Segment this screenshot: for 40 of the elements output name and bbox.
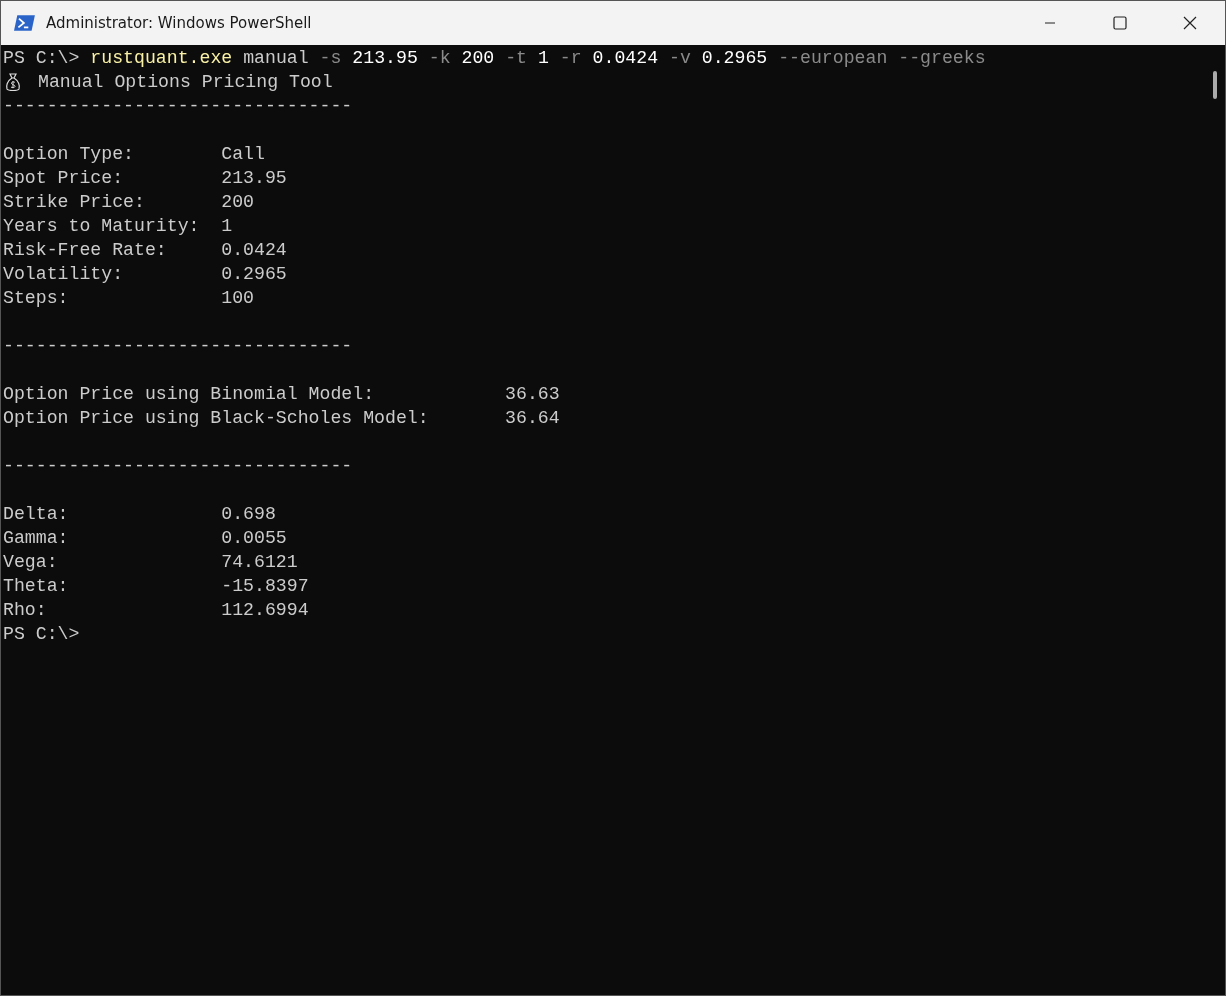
field-value: 0.0055 <box>221 527 287 550</box>
field-label: Risk-Free Rate: <box>3 239 168 262</box>
field-label: Theta: <box>3 575 70 598</box>
field-label: Spot Price: <box>3 167 125 190</box>
field-label: Years to Maturity: <box>3 215 201 238</box>
price-label: Option Price using Binomial Model: <box>3 383 376 406</box>
window-title: Administrator: Windows PowerShell <box>46 14 312 32</box>
separator-text: -------------------------------- <box>3 95 354 118</box>
field-value: 0.698 <box>221 503 276 526</box>
command-line: PS C:\> rustquant.exe manual -s 213.95 -k 200 -t 1 -r 0.0424 -v 0.2965 --european --greeks <box>3 47 987 70</box>
field-label: Steps: <box>3 287 70 310</box>
separator-text: -------------------------------- <box>3 455 354 478</box>
separator-text: -------------------------------- <box>3 335 354 358</box>
field-label: Rho: <box>3 599 48 622</box>
tool-heading: Manual Options Pricing Tool <box>38 71 333 94</box>
price-value: 36.63 <box>505 383 560 406</box>
close-icon <box>1183 16 1197 30</box>
scroll-thumb[interactable] <box>1213 71 1217 99</box>
field-value: 0.0424 <box>221 239 287 262</box>
field-label: Delta: <box>3 503 70 526</box>
field-value: 100 <box>221 287 255 310</box>
field-label: Vega: <box>3 551 59 574</box>
price-label: Option Price using Black-Scholes Model: <box>3 407 430 430</box>
field-value: -15.8397 <box>221 575 309 598</box>
field-value: 213.95 <box>221 167 287 190</box>
money-bag-icon <box>5 72 21 92</box>
price-value: 36.64 <box>505 407 560 430</box>
maximize-icon <box>1113 16 1127 30</box>
field-value: 74.6121 <box>221 551 298 574</box>
field-label: Option Type: <box>3 143 135 166</box>
field-value: 0.2965 <box>221 263 287 286</box>
field-value: 1 <box>221 215 233 238</box>
field-label: Gamma: <box>3 527 70 550</box>
prompt-text: PS C:\> <box>3 623 81 646</box>
powershell-icon <box>14 14 36 32</box>
field-label: Strike Price: <box>3 191 146 214</box>
field-label: Volatility: <box>3 263 125 286</box>
field-value: Call <box>221 143 265 166</box>
field-value: 112.6994 <box>221 599 309 622</box>
field-value: 200 <box>221 191 255 214</box>
